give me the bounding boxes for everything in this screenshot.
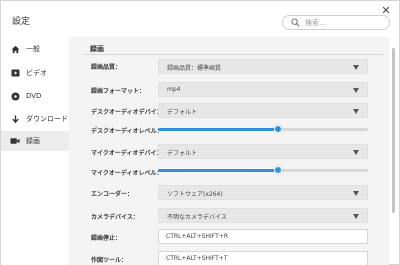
search-input[interactable]: 検索... — [305, 18, 326, 28]
disc-icon — [10, 91, 20, 101]
search-icon — [291, 18, 300, 27]
sidebar-item-download[interactable]: ダウンロード — [1, 109, 69, 129]
desktop-audio-level-label: デスクオーディオレベル： — [91, 128, 163, 135]
stop-recording-hotkey-label: 録画停止： — [91, 235, 122, 242]
quality-value: 録画品質：標準画質 — [167, 65, 222, 72]
stop-recording-hotkey-value: CTRL+ALT+SHIFT+R — [166, 233, 229, 240]
search-box[interactable]: 検索... — [282, 15, 390, 30]
scrollbar-thumb[interactable] — [392, 48, 395, 213]
sidebar-item-label: ビデオ — [26, 69, 47, 77]
stop-recording-hotkey-field[interactable]: CTRL+ALT+SHIFT+R — [158, 229, 368, 244]
mic-audio-device-value: デフォルト — [167, 150, 198, 157]
format-value: mp4 — [167, 86, 181, 93]
format-label: 録画フォーマット： — [91, 88, 146, 95]
chevron-down-icon — [353, 88, 359, 93]
camera-device-value: 不明なカメラデバイス — [167, 214, 227, 221]
camera-device-dropdown[interactable]: 不明なカメラデバイス — [158, 208, 368, 223]
download-icon — [10, 114, 20, 124]
encoder-label: エンコーダー： — [91, 191, 134, 198]
chevron-down-icon — [353, 65, 359, 70]
desktop-audio-level-slider[interactable] — [158, 125, 368, 133]
desktop-audio-device-value: デフォルト — [167, 109, 198, 116]
sidebar-item-recording[interactable]: 録画 — [1, 131, 69, 151]
sidebar-item-general[interactable]: 一般 — [1, 39, 69, 59]
mic-audio-level-slider[interactable] — [158, 166, 368, 174]
encoder-dropdown[interactable]: ソフトウェア(x264) — [158, 185, 368, 200]
drawing-tool-hotkey-label: 作図ツール： — [91, 257, 128, 264]
camera-device-label: カメラデバイス： — [91, 214, 139, 221]
mic-audio-device-label: マイクオーディオデバイス： — [91, 150, 169, 157]
home-icon — [10, 44, 20, 54]
chevron-down-icon — [353, 191, 359, 196]
sidebar-item-video[interactable]: ビデオ — [1, 63, 69, 83]
quality-label: 録画品質： — [91, 64, 122, 71]
slider-handle[interactable] — [273, 125, 282, 133]
drawing-tool-hotkey-field[interactable]: CTRL+ALT+SHIFT+T — [158, 251, 368, 265]
desktop-audio-device-label: デスクオーディオデバイス： — [91, 109, 169, 116]
format-dropdown[interactable]: mp4 — [158, 82, 368, 97]
window-title: 設定 — [12, 17, 31, 27]
desktop-audio-device-dropdown[interactable]: デフォルト — [158, 103, 368, 118]
mic-audio-device-dropdown[interactable]: デフォルト — [158, 144, 368, 159]
encoder-value: ソフトウェア(x264) — [167, 191, 223, 198]
sidebar-item-label: DVD — [26, 92, 42, 100]
section-title: 録画 — [90, 45, 104, 53]
chevron-down-icon — [353, 150, 359, 155]
mic-audio-level-label: マイクオーディオレベル： — [91, 170, 163, 177]
slider-fill — [158, 128, 278, 131]
sidebar-item-label: 一般 — [26, 45, 40, 53]
quality-dropdown[interactable]: 録画品質：標準画質 — [158, 59, 368, 74]
sidebar-item-label: ダウンロード — [26, 115, 68, 123]
drawing-tool-hotkey-value: CTRL+ALT+SHIFT+T — [166, 255, 228, 262]
video-icon — [10, 68, 20, 78]
slider-handle[interactable] — [273, 166, 282, 174]
sidebar-item-dvd[interactable]: DVD — [1, 86, 69, 106]
sidebar: 一般 ビデオ DVD ダウンロード 録画 — [1, 37, 69, 265]
slider-fill — [158, 169, 278, 172]
sidebar-item-label: 録画 — [26, 137, 40, 145]
settings-window: 設定 ✕ 検索... 一般 ビデオ DVD ダウンロード 録画 録画 録画品質：… — [0, 0, 400, 265]
camera-icon — [10, 136, 20, 146]
recording-settings-panel: 録画 録画品質： 録画品質：標準画質 録画フォーマット： mp4 デスクオーディ… — [69, 37, 389, 265]
chevron-down-icon — [353, 214, 359, 219]
chevron-down-icon — [353, 109, 359, 114]
section-divider — [83, 54, 383, 55]
